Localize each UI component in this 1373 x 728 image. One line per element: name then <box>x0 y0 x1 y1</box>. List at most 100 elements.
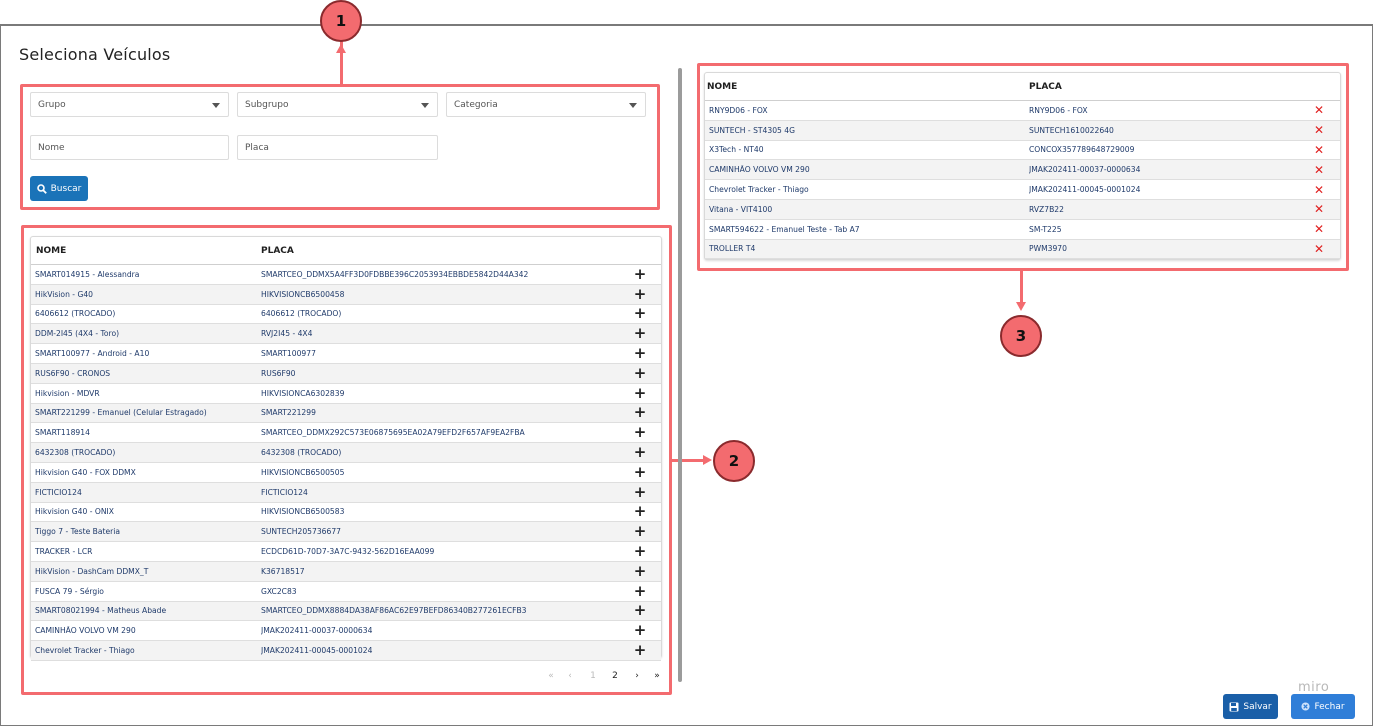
add-vehicle-button[interactable]: + <box>621 365 659 381</box>
remove-x-icon: ✕ <box>1313 202 1325 217</box>
add-vehicle-button[interactable]: + <box>621 264 659 283</box>
row-nome: SMART08021994 - Matheus Abade <box>35 606 167 616</box>
row-nome: Hikvision - MDVR <box>35 388 100 398</box>
add-vehicle-button[interactable]: + <box>621 346 659 361</box>
add-vehicle-button[interactable]: + <box>621 484 659 500</box>
table-row: Hikvision G40 - FOX DDMX HIKVISIONCB65005… <box>31 463 661 483</box>
search-icon <box>36 183 47 194</box>
add-vehicle-button[interactable]: + <box>621 462 659 481</box>
plus-icon: + <box>633 641 647 660</box>
row-placa: HIKVISIONCB6500583 <box>261 507 345 517</box>
plus-icon: + <box>633 601 647 620</box>
table-row: CAMINHÃO VOLVO VM 290 JMAK202411-00037-00… <box>31 621 661 642</box>
subgrupo-select[interactable]: Subgrupo <box>237 92 438 117</box>
pagination-last[interactable]: » <box>648 671 666 681</box>
row-placa: SMART221299 <box>261 408 316 418</box>
add-vehicle-button[interactable]: + <box>621 643 659 658</box>
selected-table-body: RNY9D06 - FOX RNY9D06 - FOX ✕ SUNTECH - ST4… <box>705 101 1340 260</box>
table-row: HikVision - G40 HIKVISIONCB6500458 + <box>31 284 661 305</box>
pagination-first[interactable]: « <box>544 671 558 681</box>
fechar-button[interactable]: Fechar <box>1291 694 1355 719</box>
placa-input[interactable]: Placa <box>237 135 438 160</box>
pagination-prev[interactable]: ‹ <box>558 671 582 681</box>
chevron-down-icon <box>629 103 637 108</box>
categoria-select[interactable]: Categoria <box>446 92 646 117</box>
table-row: Hikvision G40 - ONIX HIKVISIONCB6500583 + <box>31 503 661 523</box>
scrollbar[interactable] <box>678 68 682 682</box>
dialog-title: Seleciona Veículos <box>19 45 171 64</box>
remove-x-icon: ✕ <box>1313 162 1325 177</box>
salvar-button[interactable]: Salvar <box>1223 694 1278 719</box>
plus-icon: + <box>633 621 647 640</box>
remove-vehicle-button[interactable]: ✕ <box>1299 124 1339 136</box>
remove-vehicle-button[interactable]: ✕ <box>1299 223 1339 235</box>
table-row: SMART221299 - Emanuel (Celular Estragado… <box>31 403 661 424</box>
remove-vehicle-button[interactable]: ✕ <box>1299 144 1339 156</box>
remove-vehicle-button[interactable]: ✕ <box>1299 104 1339 116</box>
row-placa: SMART100977 <box>261 349 316 359</box>
row-nome: Vitana - VIT4100 <box>709 204 773 214</box>
annotation-arrow-3 <box>1016 302 1026 311</box>
pagination: « ‹ 1 2 › » <box>544 671 666 681</box>
row-nome: RUS6F90 - CRONOS <box>35 368 111 378</box>
row-nome: SMART594622 - Emanuel Teste - Tab A7 <box>709 224 860 234</box>
pagination-next[interactable]: › <box>626 671 648 681</box>
remove-x-icon: ✕ <box>1313 142 1325 157</box>
add-vehicle-button[interactable]: + <box>621 623 659 638</box>
selected-table-header: NOME PLACA <box>705 73 1340 101</box>
row-nome: 6406612 (TROCADO) <box>35 309 116 319</box>
remove-vehicle-button[interactable]: ✕ <box>1299 243 1339 255</box>
remove-x-icon: ✕ <box>1313 123 1325 138</box>
remove-vehicle-button[interactable]: ✕ <box>1299 203 1339 215</box>
plus-icon: + <box>633 403 647 422</box>
plus-icon: + <box>633 581 647 600</box>
add-vehicle-button[interactable]: + <box>621 306 659 321</box>
add-vehicle-button[interactable]: + <box>621 603 659 618</box>
row-nome: Hikvision G40 - ONIX <box>35 507 114 517</box>
remove-vehicle-button[interactable]: ✕ <box>1299 164 1339 176</box>
row-placa: SMARTCEO_DDMX292C573E06875695EA02A79EFD2… <box>261 428 525 438</box>
pagination-page-2[interactable]: 2 <box>604 671 626 681</box>
plus-icon: + <box>633 344 647 363</box>
row-placa: SUNTECH1610022640 <box>1029 125 1114 135</box>
floppy-disk-icon <box>1229 702 1239 711</box>
add-vehicle-button[interactable]: + <box>621 581 659 600</box>
grupo-select[interactable]: Grupo <box>30 92 229 117</box>
plus-icon: + <box>633 324 647 343</box>
buscar-button-label: Buscar <box>50 183 82 194</box>
nome-input[interactable]: Nome <box>30 135 229 160</box>
add-vehicle-button[interactable]: + <box>621 405 659 420</box>
plus-icon: + <box>633 561 647 580</box>
table-row: TROLLER T4 PWM3970 ✕ <box>705 239 1340 260</box>
add-vehicle-button[interactable]: + <box>621 445 659 460</box>
row-placa: RUS6F90 <box>261 368 296 378</box>
row-nome: Chevrolet Tracker - Thiago <box>35 646 135 656</box>
row-nome: X3Tech - NT40 <box>709 145 764 155</box>
row-nome: RNY9D06 - FOX <box>709 105 768 115</box>
pagination-page-1[interactable]: 1 <box>582 671 604 681</box>
table-row: 6432308 (TROCADO) 6432308 (TROCADO) + <box>31 443 661 463</box>
add-vehicle-button[interactable]: + <box>621 561 659 580</box>
available-table-header: NOME PLACA <box>31 237 661 265</box>
add-vehicle-button[interactable]: + <box>621 504 659 519</box>
buscar-button[interactable]: Buscar <box>30 176 88 201</box>
available-vehicles-table: NOME PLACA SMART014915 - Alessandra SMART… <box>30 236 662 661</box>
plus-icon: + <box>633 462 647 481</box>
plus-icon: + <box>633 542 647 561</box>
annotation-connector-2 <box>672 459 705 462</box>
add-vehicle-button[interactable]: + <box>621 425 659 440</box>
remove-vehicle-button[interactable]: ✕ <box>1299 184 1339 196</box>
header-placa: PLACA <box>261 245 294 256</box>
chevron-down-icon <box>421 103 429 108</box>
add-vehicle-button[interactable]: + <box>621 524 659 539</box>
add-vehicle-button[interactable]: + <box>621 544 659 559</box>
plus-icon: + <box>633 264 647 283</box>
annotation-badge-1: 1 <box>320 0 362 42</box>
table-row: RNY9D06 - FOX RNY9D06 - FOX ✕ <box>705 101 1340 121</box>
add-vehicle-button[interactable]: + <box>621 385 659 401</box>
add-vehicle-button[interactable]: + <box>621 326 659 341</box>
plus-icon: + <box>633 284 647 303</box>
categoria-select-placeholder: Categoria <box>454 99 498 110</box>
add-vehicle-button[interactable]: + <box>621 284 659 303</box>
row-placa: ECDCD61D-70D7-3A7C-9432-562D16EAA099 <box>261 547 435 557</box>
